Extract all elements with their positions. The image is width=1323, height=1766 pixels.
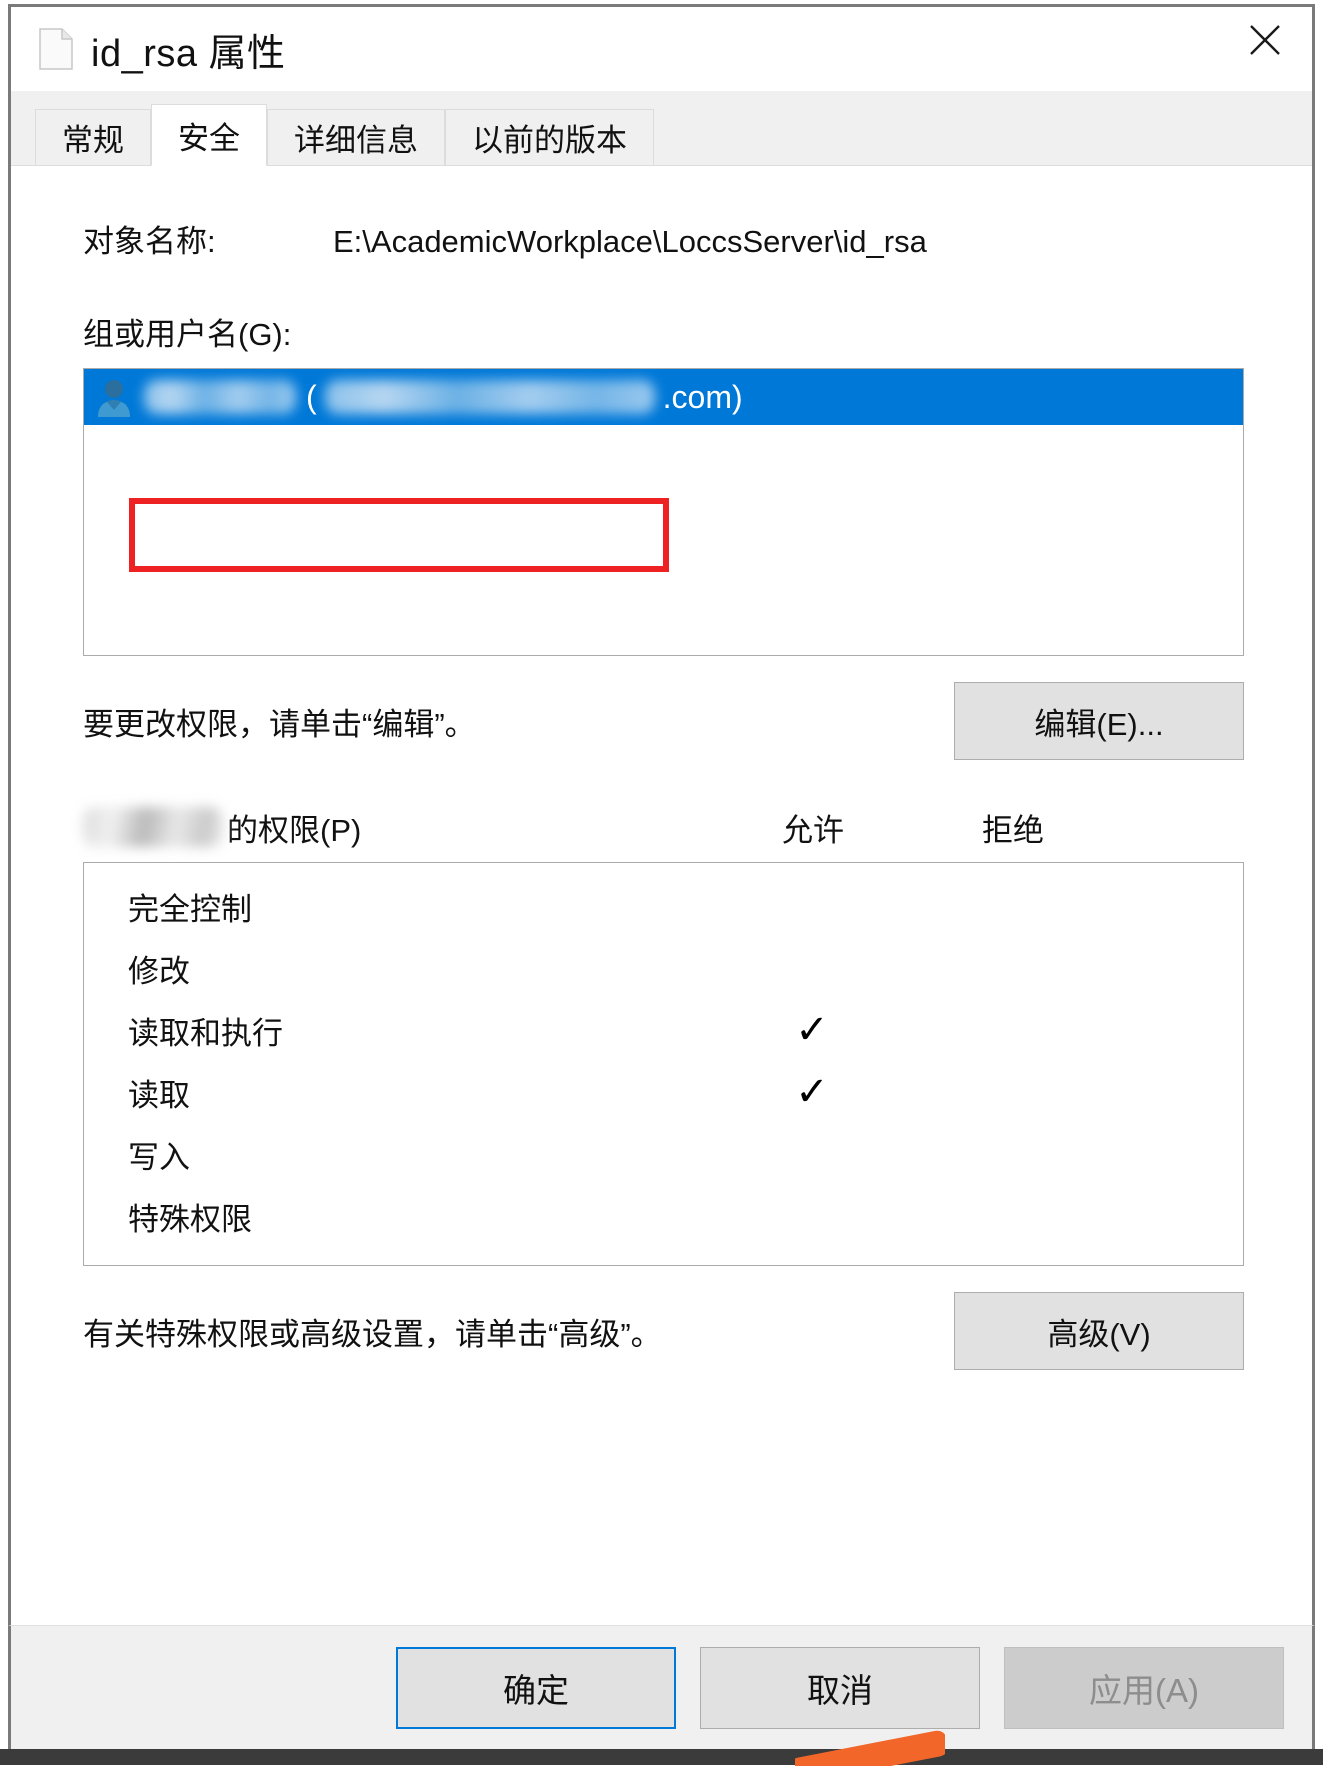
list-item[interactable]: ( .com ) [84, 369, 1243, 425]
security-tab-panel: 对象名称: E:\AcademicWorkplace\LoccsServer\i… [11, 165, 1312, 1749]
permissions-label: 的权限(P) [227, 812, 362, 848]
permission-name: 修改 [128, 953, 190, 989]
permissions-header: 的权限(P) 允许 拒绝 [35, 804, 1288, 850]
permissions-list[interactable]: 完全控制 修改 读取和执行 ✓ 读取 ✓ 写入 特殊权限 [83, 862, 1244, 1266]
table-row[interactable]: 修改 [84, 937, 1243, 999]
tab-details[interactable]: 详细信息 [267, 109, 445, 165]
tab-previous-versions[interactable]: 以前的版本 [445, 109, 654, 165]
edit-hint-text: 要更改权限，请单击“编辑”。 [83, 706, 476, 742]
group-or-user-list[interactable]: ( .com ) [83, 368, 1244, 656]
table-row[interactable]: 完全控制 [84, 875, 1243, 937]
selected-user-name: ( .com ) [144, 379, 743, 416]
apply-button: 应用(A) [1004, 1646, 1284, 1729]
advanced-settings-row: 有关特殊权限或高级设置，请单击“高级”。 高级(V) [35, 1292, 1288, 1370]
object-name-row: 对象名称: E:\AcademicWorkplace\LoccsServer\i… [35, 216, 1288, 261]
tab-security[interactable]: 安全 [151, 104, 267, 166]
paren-open: ( [306, 378, 317, 415]
tab-strip: 常规 安全 详细信息 以前的版本 [11, 91, 1312, 166]
edit-button[interactable]: 编辑(E)... [954, 682, 1244, 760]
user-icon [94, 376, 134, 418]
permission-name: 写入 [128, 1139, 190, 1175]
column-header-allow: 允许 [782, 812, 844, 848]
object-name-value: E:\AcademicWorkplace\LoccsServer\id_rsa [333, 224, 927, 259]
table-row[interactable]: 读取和执行 ✓ [84, 999, 1243, 1061]
checkmark-icon-allow: ✓ [795, 1007, 829, 1053]
dialog-footer: 确定 取消 应用(A) [8, 1625, 1315, 1749]
properties-dialog-window: id_rsa 属性 常规 安全 详细信息 以前的版本 对象名称: E:\Acad… [8, 4, 1315, 1749]
advanced-button[interactable]: 高级(V) [954, 1292, 1244, 1370]
table-row[interactable]: 特殊权限 [84, 1185, 1243, 1247]
permission-name: 读取和执行 [128, 1015, 283, 1051]
cancel-button[interactable]: 取消 [700, 1646, 980, 1729]
permission-name: 读取 [128, 1077, 190, 1113]
checkmark-icon-allow: ✓ [795, 1069, 829, 1115]
redacted-domain [324, 380, 655, 414]
advanced-hint-text: 有关特殊权限或高级设置，请单击“高级”。 [83, 1316, 662, 1352]
redacted-username [144, 380, 296, 414]
title-bar: id_rsa 属性 [11, 7, 1312, 91]
redacted-owner-name [83, 807, 223, 847]
document-icon [39, 28, 73, 70]
object-name-label: 对象名称: [83, 224, 216, 259]
tab-general[interactable]: 常规 [35, 109, 151, 165]
ok-button[interactable]: 确定 [396, 1646, 676, 1729]
table-row[interactable]: 读取 ✓ [84, 1061, 1243, 1123]
permission-name: 完全控制 [128, 891, 252, 927]
window-title: id_rsa 属性 [91, 32, 286, 75]
domain-suffix: .com [662, 378, 732, 415]
table-row[interactable]: 写入 [84, 1123, 1243, 1185]
taskbar-edge [0, 1749, 1323, 1765]
edit-permissions-row: 要更改权限，请单击“编辑”。 编辑(E)... [35, 682, 1288, 760]
permission-name: 特殊权限 [128, 1201, 252, 1237]
close-icon[interactable] [1228, 7, 1302, 73]
paren-close: ) [732, 378, 743, 415]
column-header-deny: 拒绝 [982, 812, 1044, 848]
group-or-user-label: 组或用户名(G): [83, 317, 292, 352]
